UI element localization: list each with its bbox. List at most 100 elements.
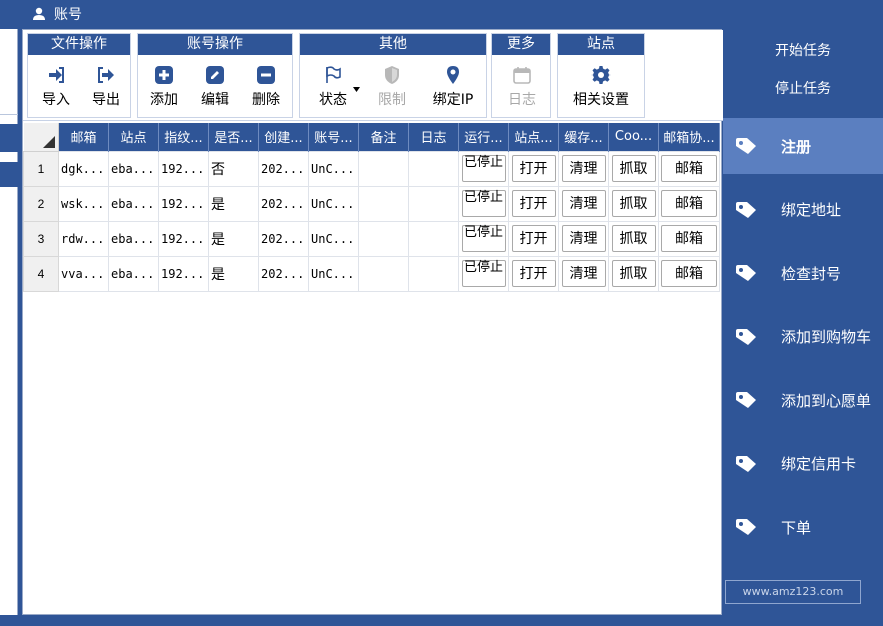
created-cell[interactable]: 202... bbox=[258, 220, 309, 257]
add-button[interactable]: 添加 bbox=[138, 59, 190, 115]
task-item[interactable]: 添加到心愿单 bbox=[723, 372, 883, 428]
column-header-cookie[interactable]: Coo... bbox=[608, 123, 659, 151]
created-cell[interactable]: 202... bbox=[258, 255, 309, 292]
flag-cell[interactable]: 是 bbox=[208, 220, 259, 257]
flag-cell[interactable]: 否 bbox=[208, 150, 259, 187]
clear-cache-button[interactable]: 清理 bbox=[561, 190, 606, 217]
grab-cookie-button[interactable]: 抓取 bbox=[611, 225, 656, 252]
flag-cell[interactable]: 是 bbox=[208, 185, 259, 222]
column-header-run[interactable]: 运行... bbox=[458, 123, 509, 151]
gear-icon bbox=[591, 66, 611, 84]
account-cell[interactable]: UnC... bbox=[308, 255, 359, 292]
column-header-site-open[interactable]: 站点... bbox=[508, 123, 559, 151]
flag-cell[interactable]: 是 bbox=[208, 255, 259, 292]
row-number[interactable]: 4 bbox=[23, 255, 59, 292]
edit-button[interactable]: 编辑 bbox=[189, 59, 241, 115]
site-cell[interactable]: eba... bbox=[108, 150, 159, 187]
clear-cache-button[interactable]: 清理 bbox=[561, 225, 606, 252]
site-cell[interactable]: eba... bbox=[108, 220, 159, 257]
remark-cell[interactable] bbox=[358, 185, 409, 222]
column-header-flag[interactable]: 是否... bbox=[208, 123, 259, 151]
open-site-button[interactable]: 打开 bbox=[511, 225, 556, 252]
created-cell[interactable]: 202... bbox=[258, 150, 309, 187]
column-header-fingerprint[interactable]: 指纹... bbox=[158, 123, 209, 151]
column-header-cache[interactable]: 缓存... bbox=[558, 123, 609, 151]
log-cell[interactable] bbox=[408, 255, 459, 292]
table-row[interactable]: 4 vva... eba... 192... 是 202... UnC... 已停止 打开 清理抓… bbox=[23, 255, 720, 292]
run-status-button[interactable]: 已停止 bbox=[461, 225, 506, 252]
open-site-button[interactable]: 打开 bbox=[511, 190, 556, 217]
fingerprint-cell[interactable]: 192... bbox=[158, 220, 209, 257]
column-header-mail-protocol[interactable]: 邮箱协... bbox=[658, 123, 720, 151]
log-cell[interactable] bbox=[408, 185, 459, 222]
mailbox-button[interactable]: 邮箱 bbox=[661, 190, 717, 217]
grab-cookie-button[interactable]: 抓取 bbox=[611, 260, 656, 287]
export-button[interactable]: 导出 bbox=[80, 59, 132, 115]
delete-button[interactable]: 删除 bbox=[240, 59, 292, 115]
clear-cache-button[interactable]: 清理 bbox=[561, 260, 606, 287]
grab-cookie-button[interactable]: 抓取 bbox=[611, 190, 656, 217]
table-row[interactable]: 2 wsk... eba... 192... 是 202... UnC... 已停止 打开 清理抓… bbox=[23, 185, 720, 222]
task-item[interactable]: 检查封号 bbox=[723, 245, 883, 301]
table-row[interactable]: 3 rdw... eba... 192... 是 202... UnC... 已停止 打开 清理抓… bbox=[23, 220, 720, 257]
mailbox-button[interactable]: 邮箱 bbox=[661, 155, 717, 182]
clear-cache-button[interactable]: 清理 bbox=[561, 155, 606, 182]
task-item[interactable]: 下单 bbox=[723, 499, 883, 555]
site-cell[interactable]: eba... bbox=[108, 255, 159, 292]
column-header-remark[interactable]: 备注 bbox=[358, 123, 409, 151]
task-item[interactable]: 添加到购物车 bbox=[723, 309, 883, 365]
created-cell[interactable]: 202... bbox=[258, 185, 309, 222]
fingerprint-cell[interactable]: 192... bbox=[158, 255, 209, 292]
fingerprint-cell[interactable]: 192... bbox=[158, 150, 209, 187]
row-number[interactable]: 3 bbox=[23, 220, 59, 257]
stop-task-button[interactable]: 停止任务 bbox=[723, 78, 883, 98]
start-task-button[interactable]: 开始任务 bbox=[723, 40, 883, 60]
account-cell[interactable]: UnC... bbox=[308, 185, 359, 222]
email-cell[interactable]: rdw... bbox=[58, 220, 109, 257]
email-cell[interactable]: wsk... bbox=[58, 185, 109, 222]
account-cell[interactable]: UnC... bbox=[308, 150, 359, 187]
status-dropdown-button[interactable]: 状态 bbox=[304, 59, 362, 115]
row-number[interactable]: 2 bbox=[23, 185, 59, 222]
column-header-site[interactable]: 站点 bbox=[108, 123, 159, 151]
task-item[interactable]: 绑定地址 bbox=[723, 182, 883, 238]
column-header-account[interactable]: 账号... bbox=[308, 123, 359, 151]
column-header-email[interactable]: 邮箱 bbox=[58, 123, 109, 151]
column-header-log[interactable]: 日志 bbox=[408, 123, 459, 151]
grab-cookie-button[interactable]: 抓取 bbox=[611, 155, 656, 182]
clear-cache-button-cell: 清理 bbox=[558, 185, 609, 222]
site-cell[interactable]: eba... bbox=[108, 185, 159, 222]
fingerprint-cell[interactable]: 192... bbox=[158, 185, 209, 222]
email-cell[interactable]: vva... bbox=[58, 255, 109, 292]
row-number[interactable]: 1 bbox=[23, 150, 59, 187]
task-item[interactable]: 注册 bbox=[723, 118, 883, 174]
tag-icon bbox=[736, 455, 756, 472]
remark-cell[interactable] bbox=[358, 220, 409, 257]
limit-button[interactable]: 限制 bbox=[366, 59, 418, 115]
left-pane-selected-item[interactable] bbox=[0, 124, 18, 152]
remark-cell[interactable] bbox=[358, 255, 409, 292]
log-cell[interactable] bbox=[408, 150, 459, 187]
account-cell[interactable]: UnC... bbox=[308, 220, 359, 257]
run-status-button[interactable]: 已停止 bbox=[461, 260, 506, 287]
run-status-button[interactable]: 已停止 bbox=[461, 190, 506, 217]
open-site-button[interactable]: 打开 bbox=[511, 155, 556, 182]
task-item[interactable]: 绑定信用卡 bbox=[723, 436, 883, 492]
log-cell[interactable] bbox=[408, 220, 459, 257]
remark-cell[interactable] bbox=[358, 150, 409, 187]
column-header-created[interactable]: 创建... bbox=[258, 123, 309, 151]
mailbox-button[interactable]: 邮箱 bbox=[661, 260, 717, 287]
email-cell[interactable]: dgk... bbox=[58, 150, 109, 187]
bind-ip-button[interactable]: 绑定IP bbox=[422, 59, 484, 115]
tag-icon bbox=[736, 328, 756, 345]
left-pane-item[interactable] bbox=[0, 162, 18, 187]
import-button[interactable]: 导入 bbox=[30, 59, 82, 115]
open-site-button[interactable]: 打开 bbox=[511, 260, 556, 287]
mailbox-button[interactable]: 邮箱 bbox=[661, 225, 717, 252]
table-corner[interactable] bbox=[23, 123, 59, 152]
run-status-button-cell: 已停止 bbox=[458, 220, 509, 257]
log-button[interactable]: 日志 bbox=[496, 59, 548, 115]
site-settings-button[interactable]: 相关设置 bbox=[564, 59, 638, 115]
table-row[interactable]: 1 dgk... eba... 192... 否 202... UnC... 已停止 打开 清理抓… bbox=[23, 150, 720, 187]
run-status-button[interactable]: 已停止 bbox=[461, 155, 506, 182]
